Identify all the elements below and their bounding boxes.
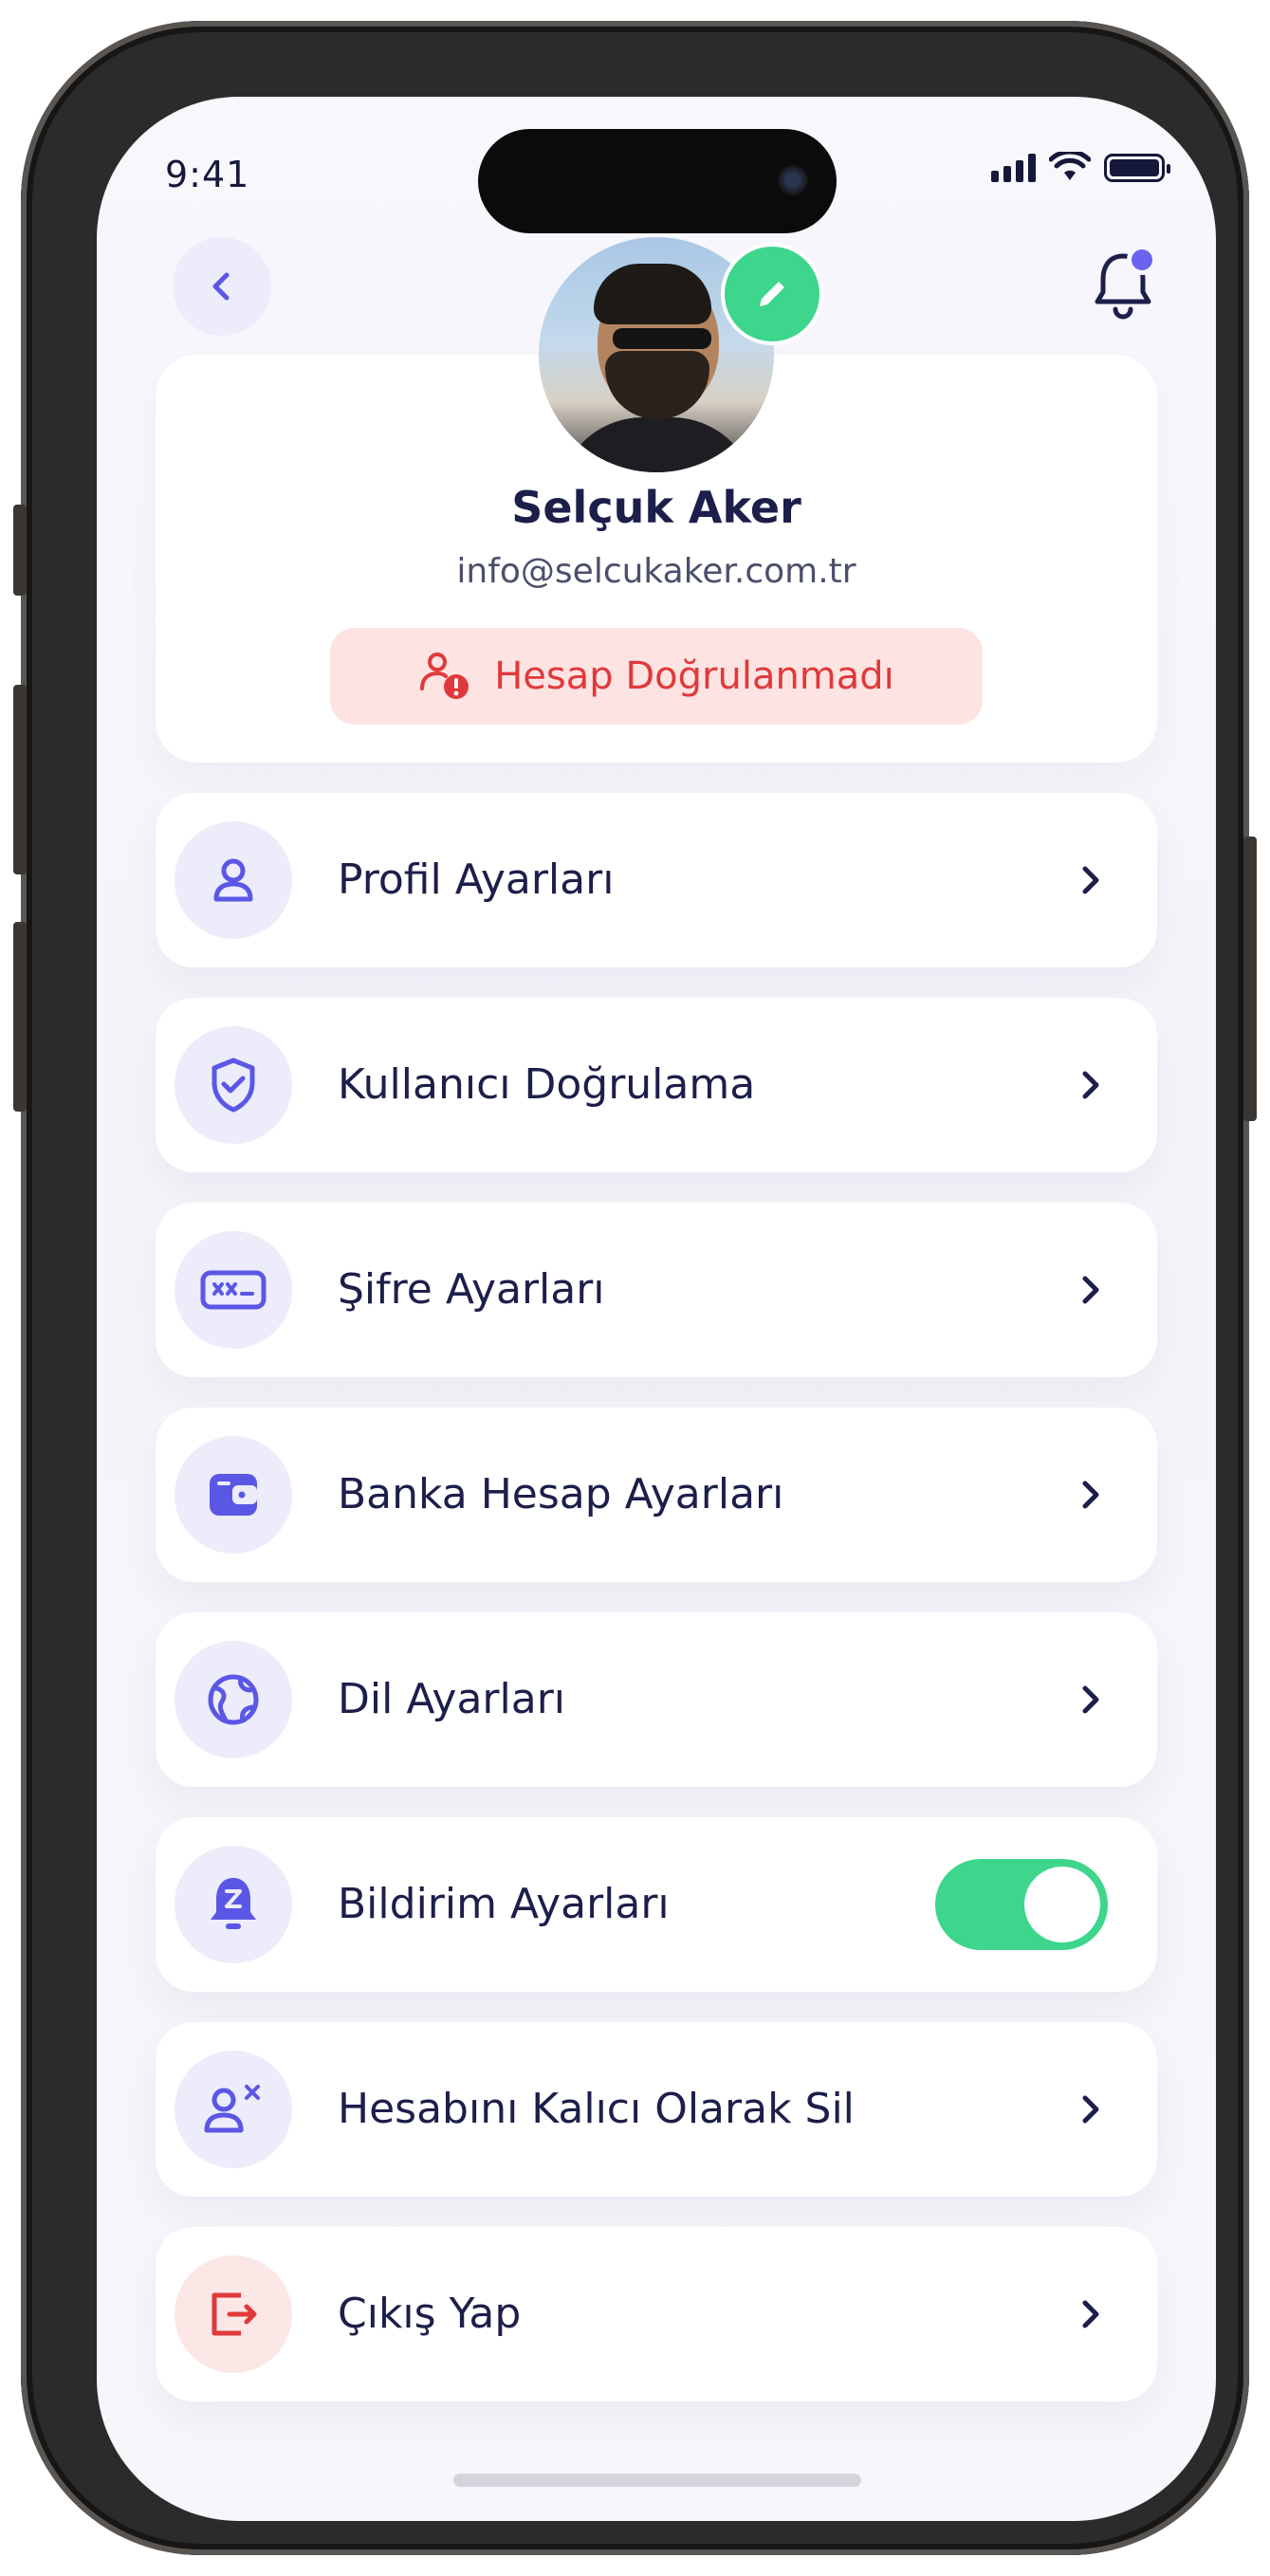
user-name: Selçuk Aker <box>511 482 801 533</box>
notification-toggle[interactable] <box>935 1859 1108 1950</box>
power-button <box>1243 837 1257 1121</box>
logout-icon <box>212 2292 257 2336</box>
bell-snooze-icon <box>211 1878 256 1929</box>
camera-icon <box>778 165 808 195</box>
menu-icon-circle <box>175 2255 292 2373</box>
signal-icon <box>991 154 1036 182</box>
verification-status-badge[interactable]: Hesap Doğrulanmadı <box>330 628 983 725</box>
shield-check-icon <box>212 1058 255 1113</box>
menu-item-bank-account-settings[interactable]: Banka Hesap Ayarları <box>156 1408 1157 1582</box>
phone-frame: 9:41 Selçuk Aker info@selcukaker.com.tr … <box>13 21 1257 2555</box>
toggle-knob <box>1024 1867 1100 1942</box>
menu-item-label: Kullanıcı Doğrulama <box>338 1060 756 1109</box>
volume-up-button <box>13 685 27 874</box>
menu-item-password-settings[interactable]: Şifre Ayarları <box>156 1203 1157 1377</box>
user-remove-icon <box>204 2085 260 2133</box>
menu-item-label: Bildirim Ayarları <box>338 1880 670 1928</box>
menu-item-notification-settings[interactable]: Bildirim Ayarları <box>156 1817 1157 1992</box>
status-icons <box>991 152 1170 182</box>
chevron-left-icon <box>212 272 230 301</box>
menu-item-profile-settings[interactable]: Profil Ayarları <box>156 793 1157 967</box>
notification-badge <box>1127 245 1157 275</box>
home-indicator[interactable] <box>453 2474 861 2487</box>
edit-avatar-button[interactable] <box>721 243 823 345</box>
verification-status-text: Hesap Doğrulanmadı <box>494 654 894 698</box>
wallet-icon <box>210 1474 257 1516</box>
menu-item-label: Banka Hesap Ayarları <box>338 1470 784 1518</box>
menu-item-label: Hesabını Kalıcı Olarak Sil <box>338 2085 855 2133</box>
chevron-right-icon <box>1062 2081 1119 2138</box>
password-icon <box>200 1270 267 1310</box>
menu-icon-circle <box>175 1436 292 1554</box>
menu-item-user-verification[interactable]: Kullanıcı Doğrulama <box>156 998 1157 1172</box>
chevron-right-icon <box>1062 1466 1119 1523</box>
menu-icon-circle <box>175 1846 292 1963</box>
menu-icon-circle <box>175 1026 292 1144</box>
mute-switch <box>13 505 27 596</box>
pencil-icon <box>760 282 784 306</box>
chevron-right-icon <box>1062 1671 1119 1728</box>
menu-item-label: Profil Ayarları <box>338 856 615 904</box>
user-warning-icon <box>420 653 469 699</box>
status-time: 9:41 <box>165 154 250 195</box>
menu-icon-circle <box>175 1641 292 1758</box>
battery-icon <box>1104 154 1170 182</box>
chevron-right-icon <box>1062 2286 1119 2343</box>
dynamic-island <box>478 129 837 233</box>
menu-item-delete-account[interactable]: Hesabını Kalıcı Olarak Sil <box>156 2022 1157 2197</box>
chevron-right-icon <box>1062 1261 1119 1318</box>
app-screen: 9:41 Selçuk Aker info@selcukaker.com.tr … <box>97 97 1216 2521</box>
menu-item-label: Şifre Ayarları <box>338 1265 605 1314</box>
back-button[interactable] <box>173 237 271 336</box>
menu-icon-circle <box>175 2051 292 2168</box>
user-email: info@selcukaker.com.tr <box>456 552 856 591</box>
menu-item-logout[interactable]: Çıkış Yap <box>156 2227 1157 2401</box>
menu-item-label: Çıkış Yap <box>338 2290 522 2338</box>
wifi-icon <box>1049 152 1091 180</box>
chevron-right-icon <box>1062 1057 1119 1113</box>
notifications-button[interactable] <box>1076 237 1170 332</box>
menu-item-language-settings[interactable]: Dil Ayarları <box>156 1612 1157 1787</box>
volume-down-button <box>13 922 27 1112</box>
menu-icon-circle <box>175 821 292 939</box>
menu-item-label: Dil Ayarları <box>338 1675 566 1723</box>
chevron-right-icon <box>1062 852 1119 909</box>
globe-icon <box>208 1674 259 1725</box>
menu-icon-circle <box>175 1231 292 1349</box>
user-icon <box>213 858 253 902</box>
